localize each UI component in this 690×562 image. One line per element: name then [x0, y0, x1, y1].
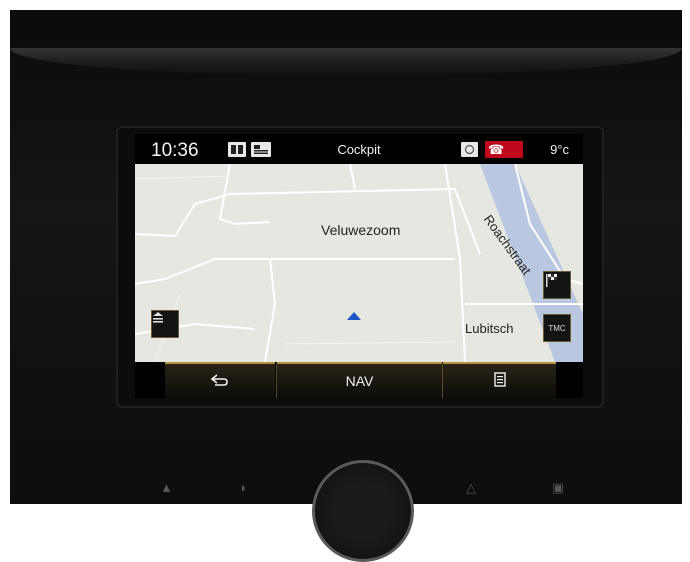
phone-icon[interactable]: ☎: [485, 141, 523, 158]
home-icon[interactable]: ▲: [160, 480, 173, 495]
navigation-map[interactable]: Veluwezoom Roachstraat Lubitsch TMC: [135, 164, 583, 362]
notification-icon[interactable]: [461, 142, 478, 157]
area-label: Veluwezoom: [321, 222, 401, 238]
street-label-lubitsch: Lubitsch: [465, 321, 514, 336]
screen-icon[interactable]: ▣: [552, 480, 564, 496]
hazard-icon[interactable]: △: [466, 480, 476, 496]
control-knob[interactable]: [312, 460, 414, 562]
bottom-bar: NAV: [135, 362, 583, 398]
current-position-arrow: [347, 312, 361, 320]
layers-button[interactable]: [151, 310, 179, 338]
menu-button[interactable]: [443, 362, 556, 398]
destination-button[interactable]: [543, 271, 571, 299]
tmc-button[interactable]: TMC: [543, 314, 571, 342]
brightness-icon[interactable]: ◑: [238, 480, 246, 495]
back-button[interactable]: [165, 362, 275, 398]
infotainment-screen: 10:36 Cockpit ☎ 9°c Veluwezoom Roachstra…: [135, 134, 583, 398]
back-arrow-icon: [210, 373, 229, 389]
nav-button[interactable]: NAV: [277, 362, 442, 398]
temperature: 9°c: [550, 142, 569, 157]
status-bar: 10:36 Cockpit ☎ 9°c: [135, 134, 583, 164]
list-icon: [493, 372, 506, 390]
nav-label: NAV: [345, 373, 374, 389]
tmc-label: TMC: [548, 323, 566, 333]
